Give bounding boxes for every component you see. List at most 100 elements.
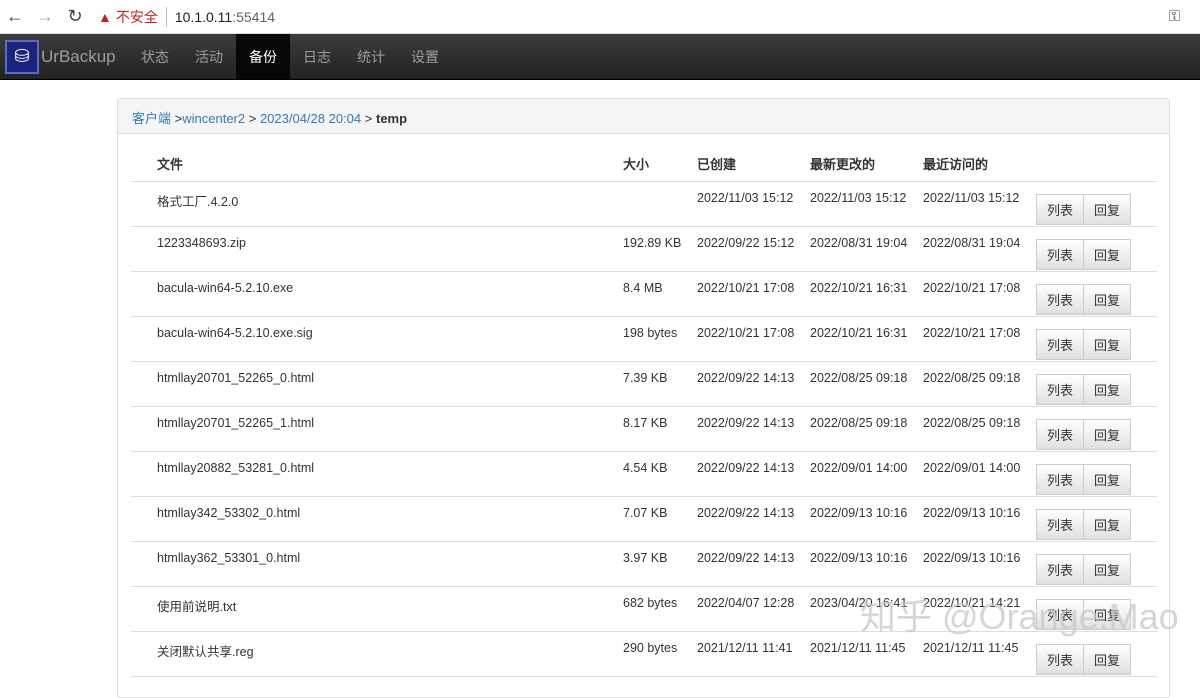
table-row: htmllay20701_52265_0.html 7.39 KB 2022/09/… — [131, 361, 1157, 407]
file-table: 文件 大小 已创建 最新更改的 最近访问的 格式工厂.4.2.0 2022/11/… — [131, 145, 1157, 677]
breadcrumb-clients[interactable]: 客户端 — [132, 111, 171, 126]
header-actions — [1036, 145, 1157, 182]
accessed: 2022/10/21 17:08 — [923, 316, 1036, 362]
created: 2022/09/22 14:13 — [697, 541, 810, 587]
created: 2022/09/22 14:13 — [697, 496, 810, 542]
nav-item-0[interactable]: 状态 — [128, 34, 182, 79]
forward-icon[interactable]: → — [30, 6, 60, 27]
restore-button[interactable]: 回复 — [1083, 283, 1132, 315]
file-name[interactable]: htmllay20701_52265_0.html — [131, 361, 623, 407]
key-icon[interactable]: ⚿ — [1169, 8, 1180, 25]
file-name[interactable]: 使用前说明.txt — [131, 586, 623, 632]
table-row: htmllay342_53302_0.html 7.07 KB 2022/09/22… — [131, 496, 1157, 542]
database-logo-icon: ⛁ — [5, 39, 39, 74]
header-file: 文件 — [131, 145, 623, 182]
breadcrumb-client[interactable]: wincenter2 — [182, 111, 245, 126]
created: 2022/09/22 14:13 — [697, 361, 810, 407]
row-actions: 列表 回复 — [1036, 226, 1157, 272]
breadcrumb-backup[interactable]: 2023/04/28 20:04 — [260, 111, 361, 126]
brand-name: UrBackup — [41, 46, 116, 66]
list-button[interactable]: 列表 — [1036, 418, 1085, 450]
file-browser-panel: 客户端 >wincenter2 > 2023/04/28 20:04 > tem… — [117, 98, 1170, 698]
header-accessed: 最近访问的 — [923, 145, 1036, 182]
brand[interactable]: ⛁ UrBackup — [0, 34, 128, 79]
modified: 2022/08/31 19:04 — [810, 226, 923, 272]
file-size — [623, 181, 697, 227]
file-name[interactable]: htmllay362_53301_0.html — [131, 541, 623, 587]
modified: 2022/10/21 16:31 — [810, 271, 923, 317]
accessed: 2022/08/31 19:04 — [923, 226, 1036, 272]
modified: 2021/12/11 11:45 — [810, 631, 923, 677]
modified: 2022/08/25 09:18 — [810, 406, 923, 452]
file-size: 7.39 KB — [623, 361, 697, 407]
restore-button[interactable]: 回复 — [1083, 238, 1132, 270]
file-size: 3.97 KB — [623, 541, 697, 587]
file-size: 290 bytes — [623, 631, 697, 677]
restore-button[interactable]: 回复 — [1083, 508, 1132, 540]
file-size: 7.07 KB — [623, 496, 697, 542]
restore-button[interactable]: 回复 — [1083, 463, 1132, 495]
list-button[interactable]: 列表 — [1036, 283, 1085, 315]
breadcrumb-separator: > — [171, 111, 183, 126]
restore-button[interactable]: 回复 — [1083, 598, 1132, 630]
file-name[interactable]: bacula-win64-5.2.10.exe.sig — [131, 316, 623, 362]
nav-item-4[interactable]: 统计 — [344, 34, 398, 79]
created: 2022/10/21 17:08 — [697, 316, 810, 362]
row-actions: 列表 回复 — [1036, 541, 1157, 587]
list-button[interactable]: 列表 — [1036, 193, 1085, 225]
row-actions: 列表 回复 — [1036, 586, 1157, 632]
nav-item-3[interactable]: 日志 — [290, 34, 344, 79]
list-button[interactable]: 列表 — [1036, 373, 1085, 405]
file-name[interactable]: 关闭默认共享.reg — [131, 631, 623, 677]
created: 2022/10/21 17:08 — [697, 271, 810, 317]
accessed: 2022/08/25 09:18 — [923, 406, 1036, 452]
reload-icon[interactable]: ↻ — [60, 6, 90, 27]
file-size: 4.54 KB — [623, 451, 697, 497]
file-name[interactable]: 格式工厂.4.2.0 — [131, 181, 623, 227]
restore-button[interactable]: 回复 — [1083, 193, 1132, 225]
restore-button[interactable]: 回复 — [1083, 418, 1132, 450]
file-name[interactable]: htmllay20882_53281_0.html — [131, 451, 623, 497]
back-icon[interactable]: ← — [0, 6, 30, 27]
restore-button[interactable]: 回复 — [1083, 328, 1132, 360]
file-size: 682 bytes — [623, 586, 697, 632]
modified: 2022/09/13 10:16 — [810, 541, 923, 587]
table-row: bacula-win64-5.2.10.exe.sig 198 bytes 2022… — [131, 316, 1157, 362]
list-button[interactable]: 列表 — [1036, 643, 1085, 675]
table-row: 关闭默认共享.reg 290 bytes 2021/12/11 11:41 2021/… — [131, 631, 1157, 677]
header-modified: 最新更改的 — [810, 145, 923, 182]
nav-item-1[interactable]: 活动 — [182, 34, 236, 79]
created: 2022/09/22 14:13 — [697, 406, 810, 452]
table-row: 使用前说明.txt 682 bytes 2022/04/07 12:28 2023/0… — [131, 586, 1157, 632]
restore-button[interactable]: 回复 — [1083, 373, 1132, 405]
list-button[interactable]: 列表 — [1036, 463, 1085, 495]
table-row: htmllay362_53301_0.html 3.97 KB 2022/09/22… — [131, 541, 1157, 587]
row-actions: 列表 回复 — [1036, 181, 1157, 227]
navbar: ⛁ UrBackup 状态 活动 备份 日志 统计 设置 — [0, 34, 1200, 80]
file-name[interactable]: htmllay342_53302_0.html — [131, 496, 623, 542]
list-button[interactable]: 列表 — [1036, 508, 1085, 540]
file-name[interactable]: htmllay20701_52265_1.html — [131, 406, 623, 452]
modified: 2022/10/21 16:31 — [810, 316, 923, 362]
table-row: htmllay20882_53281_0.html 4.54 KB 2022/09/… — [131, 451, 1157, 497]
restore-button[interactable]: 回复 — [1083, 553, 1132, 585]
list-button[interactable]: 列表 — [1036, 238, 1085, 270]
list-button[interactable]: 列表 — [1036, 598, 1085, 630]
created: 2022/09/22 15:12 — [697, 226, 810, 272]
file-name[interactable]: bacula-win64-5.2.10.exe — [131, 271, 623, 317]
address-bar[interactable]: ▲ 不安全 10.1.0.11:55414 — [98, 2, 1169, 31]
modified: 2022/08/25 09:18 — [810, 361, 923, 407]
modified: 2023/04/20 16:41 — [810, 586, 923, 632]
warning-icon: ▲ — [98, 8, 112, 25]
nav-item-5[interactable]: 设置 — [398, 34, 452, 79]
restore-button[interactable]: 回复 — [1083, 643, 1132, 675]
file-name[interactable]: 1223348693.zip — [131, 226, 623, 272]
modified: 2022/11/03 15:12 — [810, 181, 923, 227]
accessed: 2022/09/13 10:16 — [923, 541, 1036, 587]
list-button[interactable]: 列表 — [1036, 553, 1085, 585]
list-button[interactable]: 列表 — [1036, 328, 1085, 360]
breadcrumb-separator: > — [361, 111, 376, 126]
created: 2022/04/07 12:28 — [697, 586, 810, 632]
nav-item-2[interactable]: 备份 — [236, 34, 290, 79]
accessed: 2022/10/21 17:08 — [923, 271, 1036, 317]
